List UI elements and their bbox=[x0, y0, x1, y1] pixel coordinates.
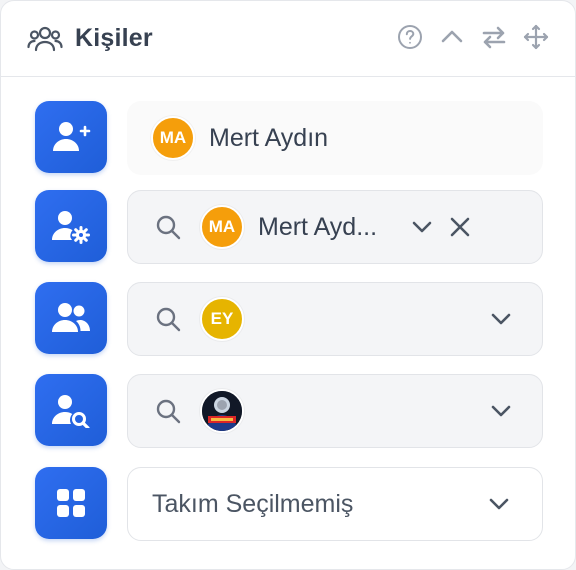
person-name: Mert Aydın bbox=[209, 123, 329, 152]
search-icon bbox=[154, 397, 182, 425]
user-add-icon bbox=[53, 122, 91, 151]
avatar: MA bbox=[200, 205, 244, 249]
avatar-photo bbox=[200, 389, 244, 433]
contacts-panel: Kişiler MA Mert Aydın MA Mert Ayd... EY … bbox=[0, 0, 576, 570]
swap-icon[interactable] bbox=[481, 23, 507, 51]
user-search-button[interactable] bbox=[35, 374, 107, 446]
row-add-user: MA Mert Aydın bbox=[35, 101, 543, 175]
avatar: EY bbox=[200, 297, 244, 341]
row-user-settings: MA Mert Ayd... bbox=[35, 190, 543, 264]
chevron-down-icon[interactable] bbox=[409, 214, 435, 240]
header-toolbar bbox=[397, 23, 549, 51]
team-select[interactable]: Takım Seçilmemiş bbox=[127, 467, 543, 541]
team-grid-button[interactable] bbox=[35, 467, 107, 539]
selected-person-display: MA Mert Aydın bbox=[127, 101, 543, 175]
user-settings-button[interactable] bbox=[35, 190, 107, 262]
grid-icon bbox=[57, 489, 85, 517]
clear-icon[interactable] bbox=[448, 215, 472, 239]
users-outline-icon bbox=[27, 24, 63, 54]
panel-header: Kişiler bbox=[1, 1, 575, 77]
users-icon bbox=[52, 303, 90, 332]
user-combobox[interactable]: MA Mert Ayd... bbox=[127, 190, 543, 264]
chevron-down-icon[interactable] bbox=[488, 306, 514, 332]
chevron-down-icon[interactable] bbox=[486, 491, 512, 517]
add-user-button[interactable] bbox=[35, 101, 107, 173]
help-icon[interactable] bbox=[397, 23, 423, 51]
users-button[interactable] bbox=[35, 282, 107, 354]
user-settings-icon bbox=[52, 211, 90, 244]
search-icon bbox=[154, 305, 182, 333]
page-title: Kişiler bbox=[75, 24, 153, 52]
chevron-down-icon[interactable] bbox=[488, 398, 514, 424]
team-member-combobox[interactable]: EY bbox=[127, 282, 543, 356]
avatar: MA bbox=[151, 116, 195, 160]
row-user-search bbox=[35, 374, 543, 448]
user-search-icon bbox=[52, 395, 90, 428]
move-icon[interactable] bbox=[523, 23, 549, 51]
collapse-icon[interactable] bbox=[439, 23, 465, 51]
row-users: EY bbox=[35, 282, 543, 356]
member-search-combobox[interactable] bbox=[127, 374, 543, 448]
search-icon bbox=[154, 213, 182, 241]
team-select-value: Takım Seçilmemiş bbox=[152, 489, 354, 518]
selected-user-name: Mert Ayd... bbox=[258, 212, 378, 241]
row-team: Takım Seçilmemiş bbox=[35, 467, 543, 541]
